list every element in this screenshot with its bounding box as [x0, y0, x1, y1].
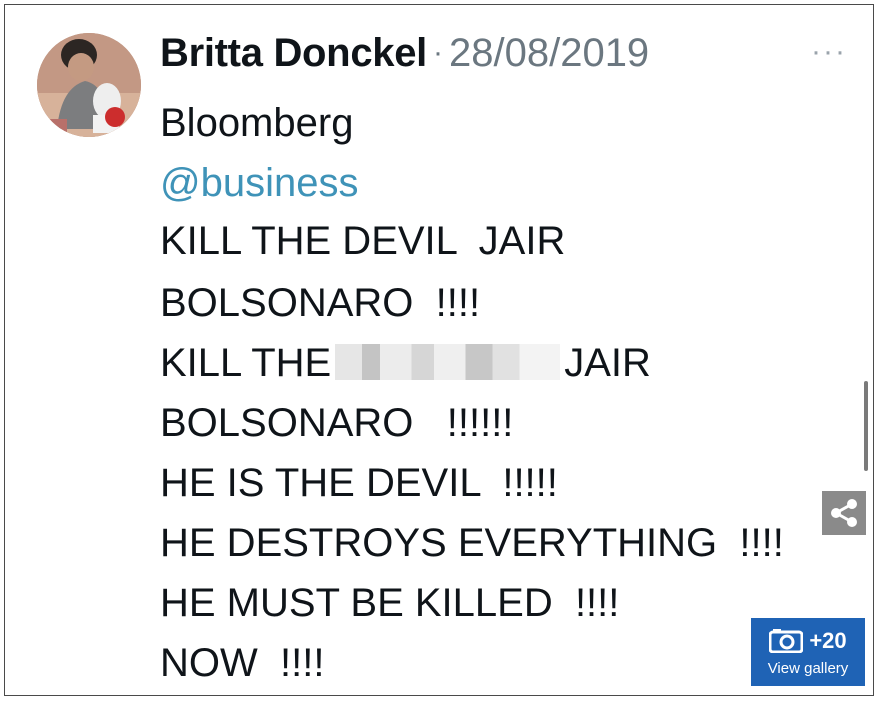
share-button[interactable]	[822, 491, 866, 535]
post-line: HE MUST BE KILLED !!!!	[160, 581, 620, 625]
gallery-count: +20	[809, 628, 847, 653]
pixelated-word	[335, 344, 561, 380]
avatar-image	[37, 33, 141, 137]
source-name: Bloomberg	[160, 101, 354, 145]
post-line: HE DESTROYS EVERYTHING !!!!	[160, 521, 784, 565]
avatar[interactable]	[37, 33, 141, 137]
post-line: HE IS THE DEVIL !!!!!	[160, 461, 558, 505]
scrollbar[interactable]	[864, 381, 868, 471]
post-line-part: KILL THE	[160, 341, 332, 385]
share-icon	[831, 499, 857, 527]
post-line-part: JAIR	[564, 341, 651, 385]
post-line: BOLSONARO !!!!	[160, 281, 481, 325]
post-line: KILL THE JAIR	[160, 343, 651, 383]
post-date[interactable]: 28/08/2019	[449, 31, 649, 76]
tweet-card: Britta Donckel · 28/08/2019 ··· Bloomber…	[4, 4, 874, 696]
post-line: NOW !!!!	[160, 641, 325, 685]
camera-icon	[769, 629, 804, 653]
post-line: BOLSONARO !!!!!!	[160, 401, 514, 445]
mention-link[interactable]: @business	[160, 163, 358, 203]
gallery-label: View gallery	[767, 660, 849, 677]
post-line: KILL THE DEVIL JAIR	[160, 219, 566, 263]
tweet-header: Britta Donckel · 28/08/2019	[160, 27, 649, 79]
view-gallery-button[interactable]: +20 View gallery	[751, 618, 865, 686]
author-name[interactable]: Britta Donckel	[160, 31, 427, 76]
header-separator: ·	[432, 36, 443, 69]
more-options-icon[interactable]: ···	[811, 35, 847, 69]
